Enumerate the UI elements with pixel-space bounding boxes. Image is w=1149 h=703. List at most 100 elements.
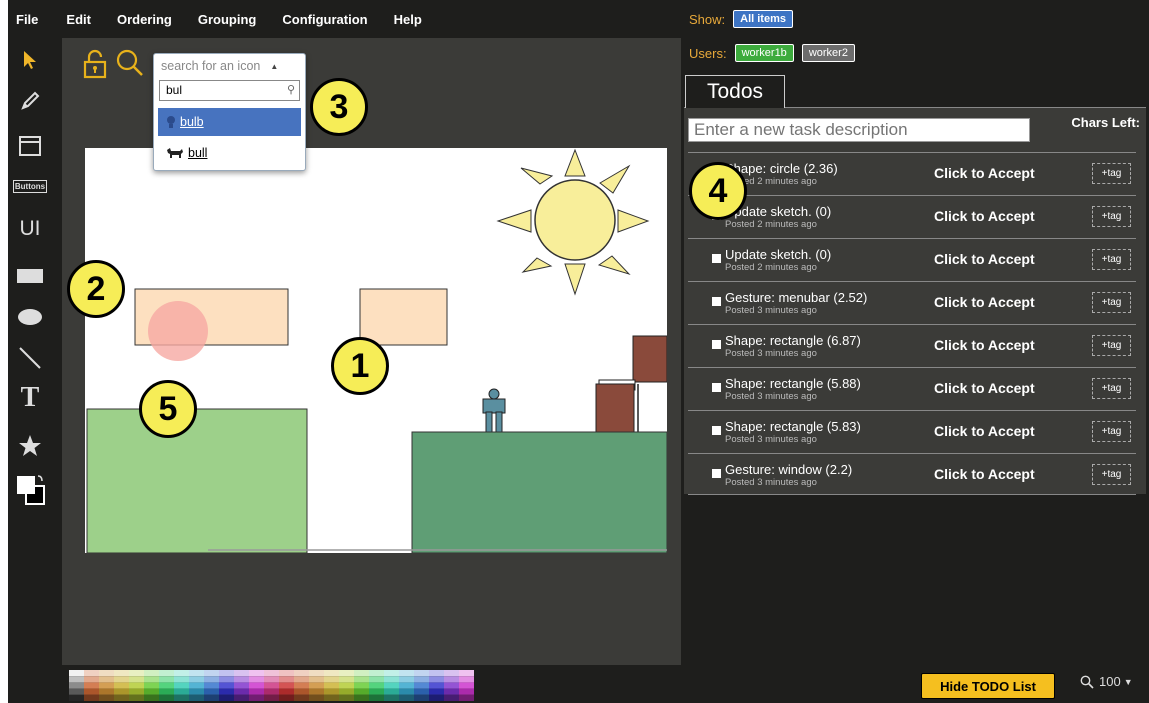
rectangle-tool[interactable] — [8, 258, 52, 294]
palette-swatch[interactable] — [189, 676, 204, 683]
palette-swatch[interactable] — [414, 676, 429, 683]
checkbox[interactable] — [712, 383, 721, 392]
tag-button[interactable]: +tag — [1092, 335, 1131, 356]
palette-swatch[interactable] — [144, 694, 159, 701]
tab-todos[interactable]: Todos — [685, 75, 785, 108]
palette-swatch[interactable] — [444, 676, 459, 683]
palette-swatch[interactable] — [159, 694, 174, 701]
palette-swatch[interactable] — [114, 676, 129, 683]
palette-swatch[interactable] — [204, 682, 219, 689]
menu-ordering[interactable]: Ordering — [105, 12, 186, 27]
palette-swatch[interactable] — [384, 688, 399, 695]
palette-swatch[interactable] — [189, 682, 204, 689]
palette-swatch[interactable] — [354, 688, 369, 695]
palette-swatch[interactable] — [174, 682, 189, 689]
palette-swatch[interactable] — [174, 694, 189, 701]
palette-swatch[interactable] — [189, 688, 204, 695]
palette-swatch[interactable] — [294, 676, 309, 683]
palette-swatch[interactable] — [114, 682, 129, 689]
palette-swatch[interactable] — [414, 682, 429, 689]
accept-link[interactable]: Click to Accept — [934, 165, 1035, 181]
palette-swatch[interactable] — [369, 694, 384, 701]
palette-swatch[interactable] — [324, 688, 339, 695]
window-tool[interactable] — [8, 128, 52, 164]
accept-link[interactable]: Click to Accept — [934, 423, 1035, 439]
checkbox[interactable] — [712, 254, 721, 263]
palette-swatch[interactable] — [129, 694, 144, 701]
palette-swatch[interactable] — [69, 694, 84, 701]
palette-swatch[interactable] — [69, 688, 84, 695]
palette-swatch[interactable] — [399, 694, 414, 701]
palette-swatch[interactable] — [144, 688, 159, 695]
ui-tool[interactable]: UI — [8, 211, 52, 247]
palette-swatch[interactable] — [339, 676, 354, 683]
palette-swatch[interactable] — [174, 676, 189, 683]
palette-swatch[interactable] — [99, 688, 114, 695]
palette-swatch[interactable] — [279, 694, 294, 701]
pencil-tool[interactable] — [8, 83, 52, 119]
palette-swatch[interactable] — [429, 688, 444, 695]
palette-swatch[interactable] — [249, 670, 264, 677]
palette-swatch[interactable] — [234, 682, 249, 689]
tag-button[interactable]: +tag — [1092, 464, 1131, 485]
palette-swatch[interactable] — [459, 688, 474, 695]
palette-swatch[interactable] — [294, 670, 309, 677]
palette-swatch[interactable] — [429, 670, 444, 677]
palette-swatch[interactable] — [84, 688, 99, 695]
palette-swatch[interactable] — [444, 694, 459, 701]
palette-swatch[interactable] — [264, 670, 279, 677]
checkbox[interactable] — [712, 340, 721, 349]
palette-swatch[interactable] — [459, 682, 474, 689]
select-tool[interactable] — [8, 42, 52, 78]
palette-swatch[interactable] — [84, 682, 99, 689]
icon-search-header[interactable]: search for an icon ▲ — [154, 54, 305, 78]
text-tool[interactable]: T — [8, 380, 52, 416]
palette-swatch[interactable] — [444, 688, 459, 695]
tag-button[interactable]: +tag — [1092, 378, 1131, 399]
hide-todo-button[interactable]: Hide TODO List — [921, 673, 1055, 699]
palette-swatch[interactable] — [399, 676, 414, 683]
palette-swatch[interactable] — [69, 670, 84, 677]
palette-swatch[interactable] — [129, 682, 144, 689]
palette-swatch[interactable] — [384, 676, 399, 683]
palette-swatch[interactable] — [444, 670, 459, 677]
palette-swatch[interactable] — [414, 688, 429, 695]
palette-swatch[interactable] — [369, 676, 384, 683]
palette-swatch[interactable] — [279, 670, 294, 677]
palette-swatch[interactable] — [354, 682, 369, 689]
icon-result-bull[interactable]: bull — [158, 139, 301, 167]
line-tool[interactable] — [8, 340, 52, 376]
palette-swatch[interactable] — [429, 694, 444, 701]
palette-swatch[interactable] — [309, 676, 324, 683]
palette-swatch[interactable] — [309, 694, 324, 701]
palette-swatch[interactable] — [399, 682, 414, 689]
accept-link[interactable]: Click to Accept — [934, 380, 1035, 396]
color-palette[interactable] — [69, 670, 474, 701]
accept-link[interactable]: Click to Accept — [934, 337, 1035, 353]
palette-swatch[interactable] — [189, 694, 204, 701]
color-swatch-tool[interactable] — [8, 472, 52, 512]
palette-swatch[interactable] — [429, 682, 444, 689]
palette-swatch[interactable] — [339, 670, 354, 677]
accept-link[interactable]: Click to Accept — [934, 466, 1035, 482]
palette-swatch[interactable] — [444, 682, 459, 689]
palette-swatch[interactable] — [219, 688, 234, 695]
menu-configuration[interactable]: Configuration — [270, 12, 381, 27]
palette-swatch[interactable] — [144, 670, 159, 677]
palette-swatch[interactable] — [369, 688, 384, 695]
palette-swatch[interactable] — [309, 682, 324, 689]
icon-search-input[interactable]: bul ⚲ — [159, 80, 300, 101]
menu-file[interactable]: File — [8, 12, 54, 27]
tag-button[interactable]: +tag — [1092, 421, 1131, 442]
palette-swatch[interactable] — [279, 682, 294, 689]
palette-swatch[interactable] — [159, 682, 174, 689]
palette-swatch[interactable] — [84, 694, 99, 701]
palette-swatch[interactable] — [459, 670, 474, 677]
palette-swatch[interactable] — [99, 682, 114, 689]
palette-swatch[interactable] — [84, 676, 99, 683]
palette-swatch[interactable] — [159, 688, 174, 695]
palette-swatch[interactable] — [459, 676, 474, 683]
palette-swatch[interactable] — [129, 688, 144, 695]
palette-swatch[interactable] — [204, 676, 219, 683]
palette-swatch[interactable] — [429, 676, 444, 683]
